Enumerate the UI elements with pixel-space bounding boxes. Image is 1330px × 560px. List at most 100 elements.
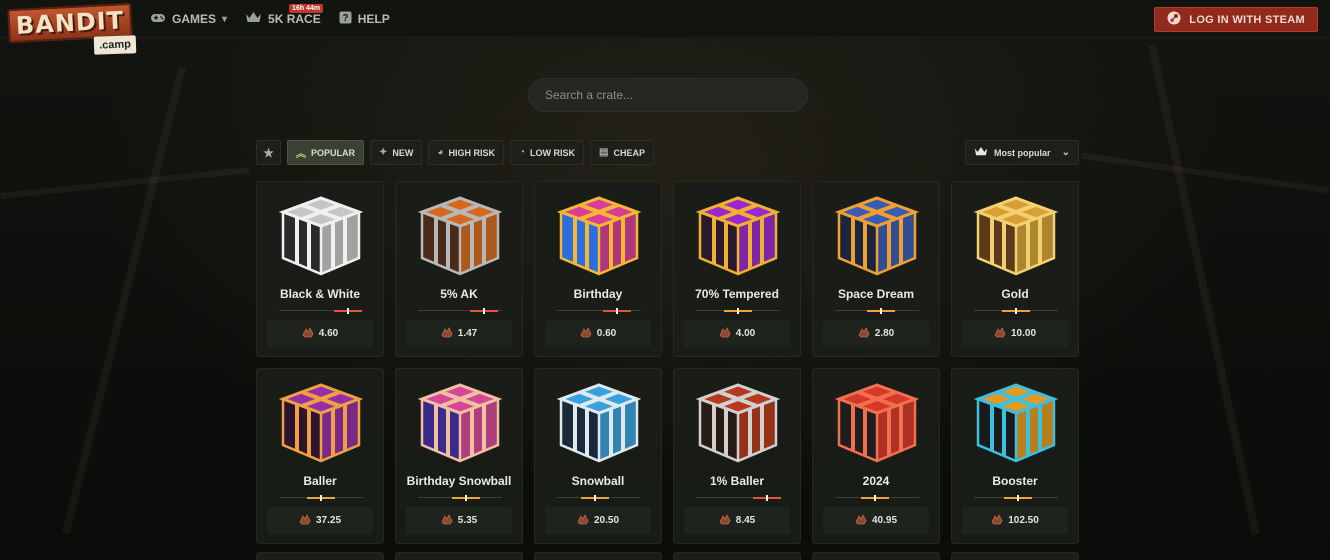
filter-high-risk[interactable]: ◕ HIGH RISK [428,140,504,165]
crate-price[interactable]: 37.25 [267,507,373,534]
crate-card-partial [534,552,662,560]
risk-meter [418,495,502,501]
race-timer-badge: 16h 44m [289,4,324,13]
crate-card[interactable]: 5% AK 1.47 [395,181,523,357]
nav-games[interactable]: GAMES ▾ [150,12,227,27]
coins-icon: ▤ [599,147,609,158]
crate-card[interactable]: Snowball 20.50 [534,368,662,544]
sort-label: Most popular [994,147,1051,158]
crate-card[interactable]: Black & White 4.60 [256,181,384,357]
filter-low-risk[interactable]: ◔ LOW RISK [509,140,585,165]
scrap-icon [299,513,311,528]
crate-card[interactable]: Gold 10.00 [951,181,1079,357]
crate-card-partial [256,552,384,560]
scrap-icon [719,513,731,528]
risk-meter [835,308,919,314]
crate-name: Booster [992,474,1038,488]
crate-card[interactable]: 2024 40.95 [812,368,940,544]
crate-card-partial [951,552,1079,560]
crate-price-value: 40.95 [871,515,898,526]
crate-price[interactable]: 1.47 [406,320,512,347]
nav-help[interactable]: ? HELP [339,11,390,27]
logo-subtext: .camp [93,35,137,55]
login-steam-button[interactable]: LOG IN WITH STEAM [1154,7,1318,32]
crate-card[interactable]: Birthday 0.60 [534,181,662,357]
gauge-high-icon: ◕ [437,147,444,158]
sort-dropdown[interactable]: Most popular ⌄ [965,140,1079,165]
risk-meter [557,495,641,501]
crate-card[interactable]: 70% Tempered 4.00 [673,181,801,357]
nav-5k-race[interactable]: 5K RACE 16h 44m [245,4,324,27]
filter-new[interactable]: ✦ NEW [370,140,423,165]
risk-meter-marker [616,308,618,314]
crate-image [277,192,365,280]
filter-cheap-label: CHEAP [613,147,645,158]
filter-cheap[interactable]: ▤ CHEAP [590,140,654,165]
crate-price-value: 2.80 [874,328,895,339]
main-nav: GAMES ▾ 5K RACE 16h 44m ? HELP [150,0,390,38]
crate-price[interactable]: 2.80 [823,320,929,347]
crate-name: Space Dream [837,287,915,301]
crate-price[interactable]: 8.45 [684,507,790,534]
crown-icon [974,146,988,159]
crate-card[interactable]: Birthday Snowball 5.35 [395,368,523,544]
crate-card[interactable]: Booster 102.50 [951,368,1079,544]
crate-card[interactable]: Space Dream 2.80 [812,181,940,357]
popular-icon: ︽ [296,149,306,160]
scrap-icon [302,326,314,341]
login-steam-label: LOG IN WITH STEAM [1189,13,1305,26]
crate-card-partial [395,552,523,560]
chevron-down-icon: ▾ [222,13,228,25]
crate-price[interactable]: 40.95 [823,507,929,534]
crate-price-value: 4.60 [318,328,339,339]
filter-favorites[interactable]: ★ [256,140,281,165]
crate-price-value: 20.50 [593,515,620,526]
crate-name: 70% Tempered [695,287,779,301]
filter-high-risk-label: HIGH RISK [448,147,495,158]
steam-icon [1167,11,1181,28]
crate-name: Baller [303,474,337,488]
search-input[interactable] [545,88,785,102]
crate-price-value: 1.47 [457,328,478,339]
crate-price[interactable]: 10.00 [962,320,1068,347]
crate-card-partial [673,552,801,560]
crate-price[interactable]: 4.00 [684,320,790,347]
filter-low-risk-label: LOW RISK [530,147,576,158]
filter-popular-label: POPULAR [311,147,356,158]
crate-price-value: 102.50 [1008,515,1039,526]
scrap-icon [441,326,453,341]
crown-icon [245,11,262,27]
crate-price[interactable]: 4.60 [267,320,373,347]
crate-name: Gold [1001,287,1029,301]
nav-help-label: HELP [357,12,390,26]
filter-popular[interactable]: ︽ POPULAR [287,140,365,165]
crate-price[interactable]: 5.35 [406,507,512,534]
gauge-low-icon: ◔ [518,147,526,158]
crate-name: Black & White [279,287,360,301]
crate-image [972,192,1060,280]
svg-text:?: ? [342,13,348,24]
risk-meter [696,495,781,501]
help-icon: ? [339,11,352,27]
nav-games-label: GAMES [172,12,217,26]
crate-name: Snowball [571,474,625,488]
star-icon: ★ [263,145,274,160]
logo-text: BANDIT [15,6,125,40]
risk-meter [557,308,641,314]
crate-price-value: 5.35 [457,515,478,526]
site-logo[interactable]: BANDIT .camp [7,2,137,56]
crate-price[interactable]: 20.50 [545,507,651,534]
risk-meter-marker [483,308,485,314]
crate-card[interactable]: Baller 37.25 [256,368,384,544]
risk-meter [418,308,502,314]
crate-name: Birthday Snowball [406,474,512,488]
crate-price[interactable]: 102.50 [962,507,1068,534]
scrap-icon [441,513,453,528]
crate-card[interactable]: 1% Baller 8.45 [673,368,801,544]
risk-meter-marker [465,495,467,501]
crate-price[interactable]: 0.60 [545,320,651,347]
crate-price-value: 0.60 [596,328,617,339]
risk-meter-marker [1017,495,1019,501]
risk-meter-marker [347,308,349,314]
crate-image [416,379,504,467]
